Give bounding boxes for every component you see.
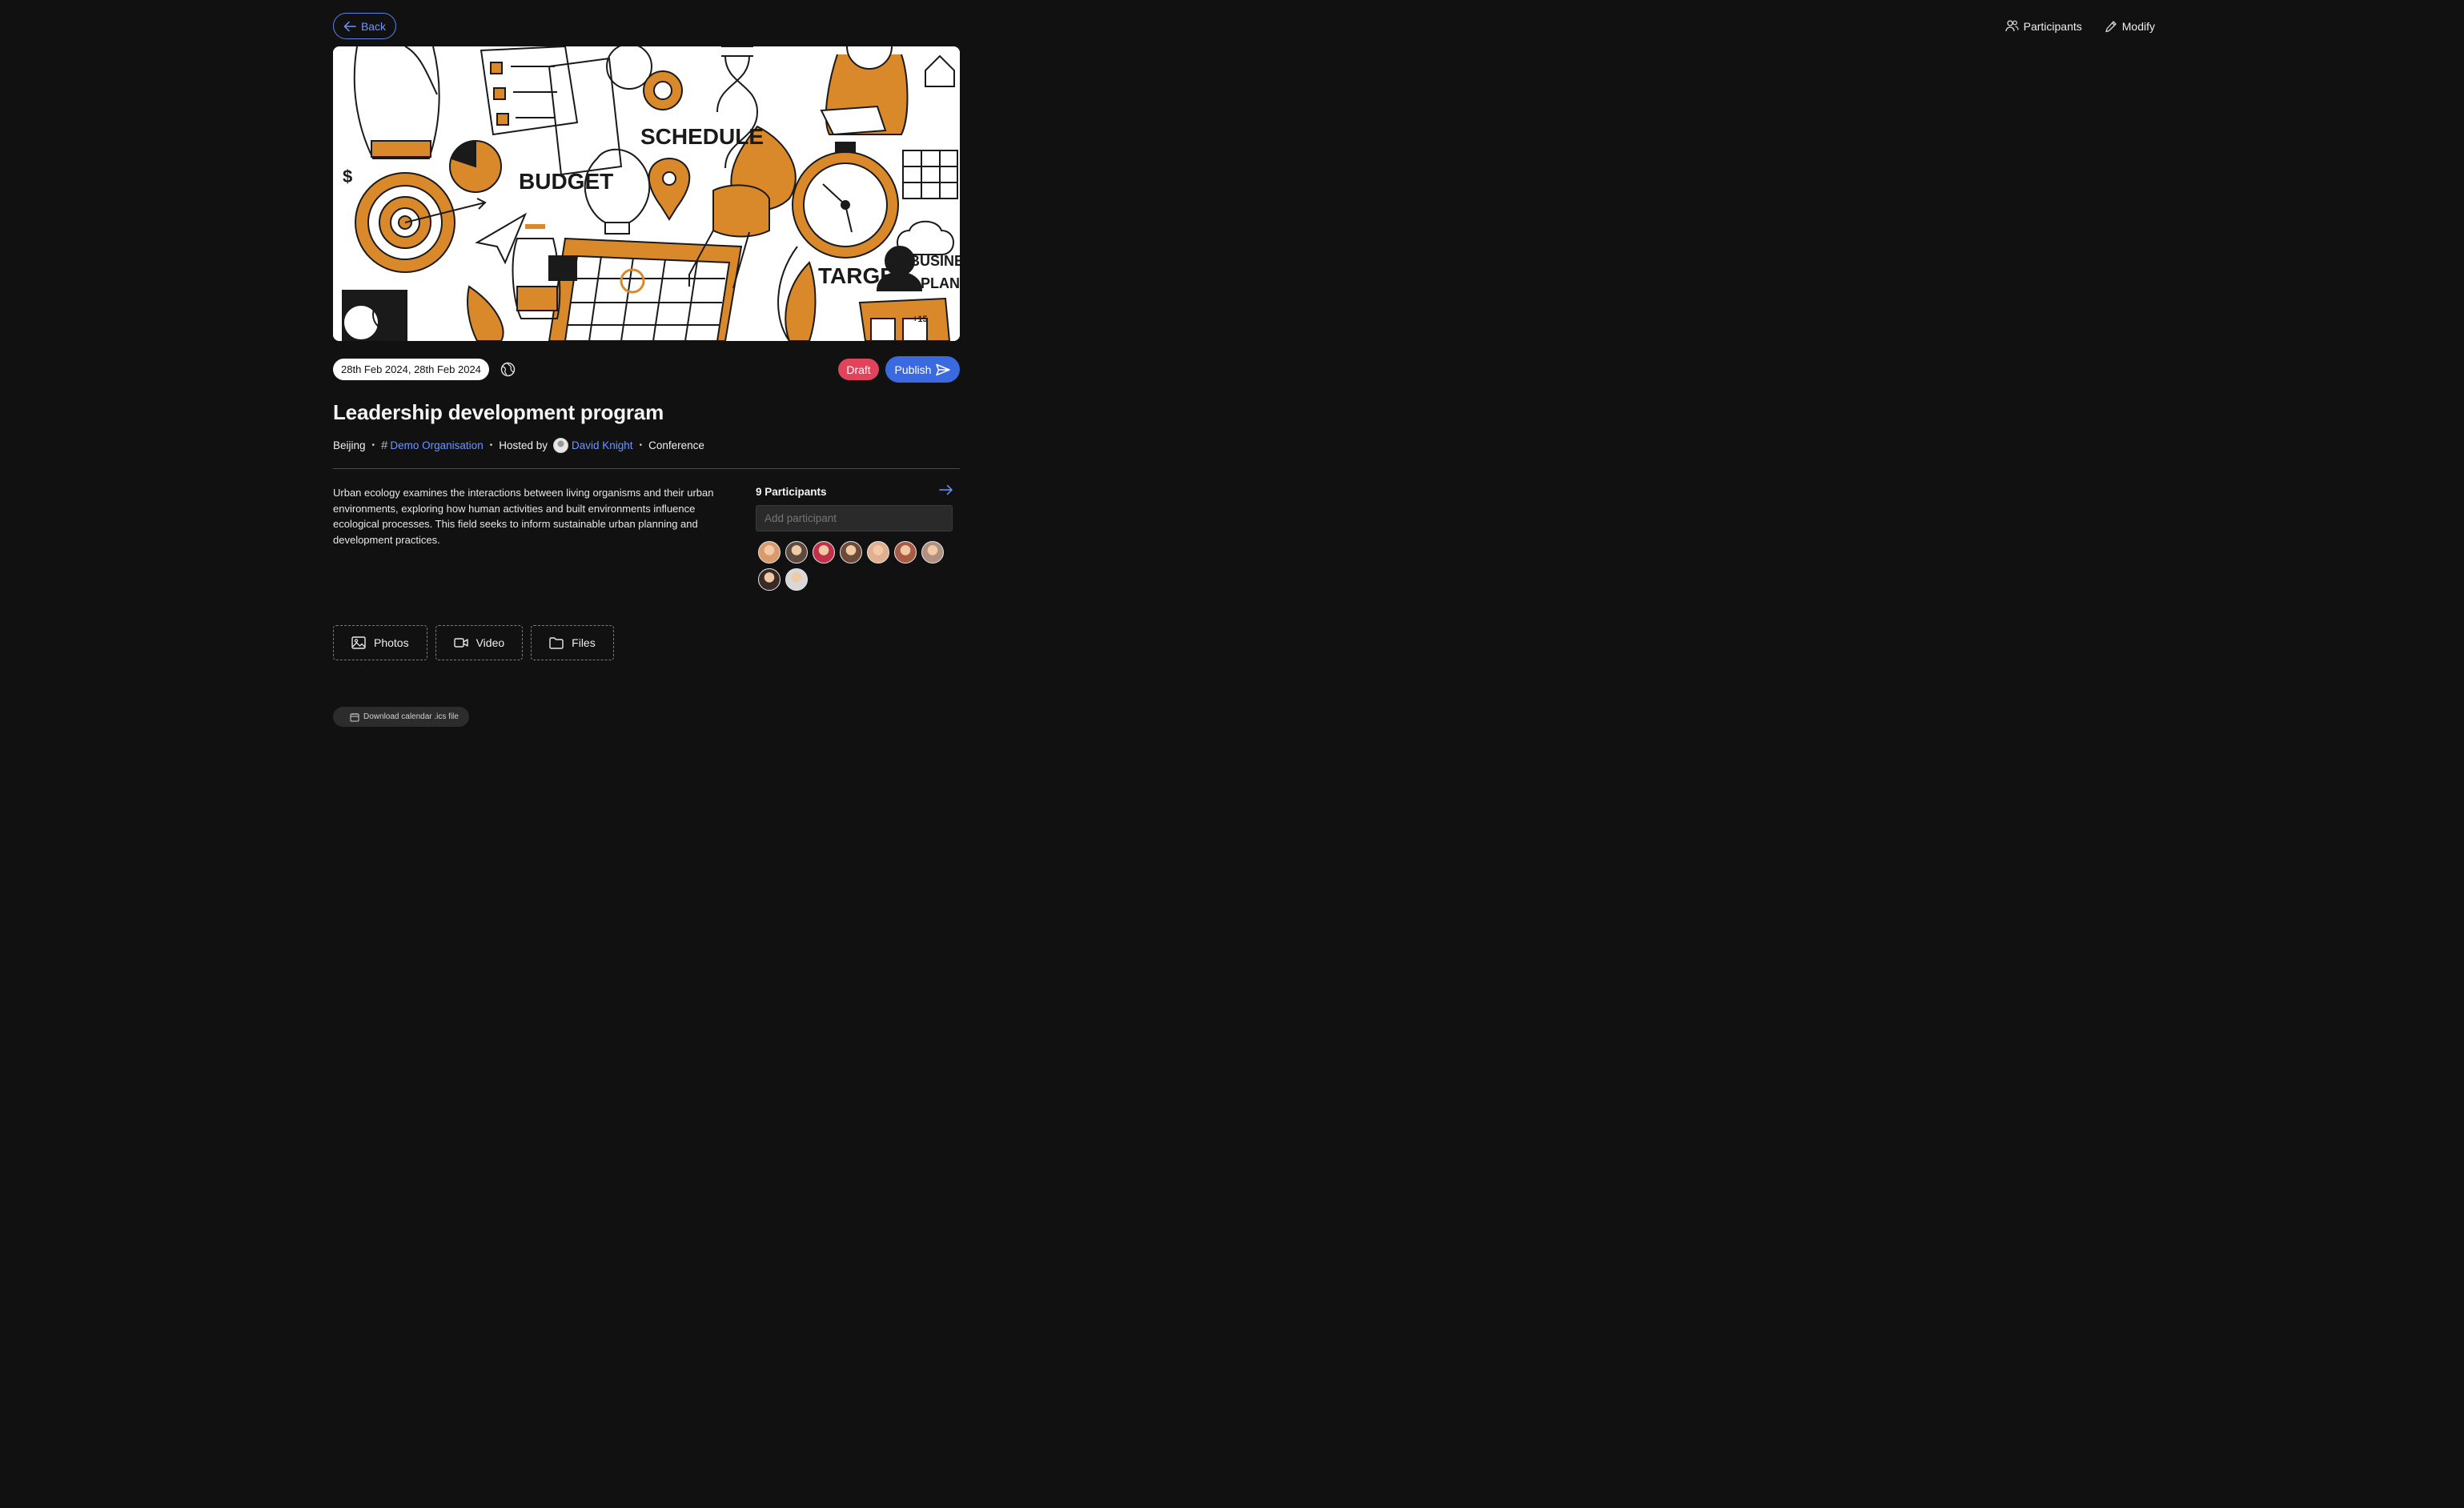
event-cover-image: SCHEDULE BUDGET TARGET BUSINESS PLAN $ +… [333,46,960,341]
participant-avatar[interactable] [921,541,944,563]
photos-button[interactable]: Photos [333,625,427,660]
back-label: Back [360,19,387,33]
status-badge: Draft [838,359,879,380]
participant-avatar[interactable] [758,541,781,563]
event-date-range: 28th Feb 2024, 28th Feb 2024 [341,363,481,375]
event-date-pill: 28th Feb 2024, 28th Feb 2024 [333,359,489,380]
globe-icon[interactable] [500,362,516,377]
download-calendar-button[interactable]: Download calendar .ics file [333,707,469,727]
event-location: Beijing [333,439,366,451]
image-icon [351,636,366,649]
top-actions: Participants Modify [2005,13,2155,39]
page-title: Leadership development program [333,400,664,424]
folder-icon [549,636,564,649]
participant-avatar[interactable] [840,541,862,563]
pencil-icon [2105,20,2117,33]
video-label: Video [476,636,505,649]
hosted-by-label: Hosted by [499,439,548,451]
participant-avatar[interactable] [894,541,917,563]
participant-avatars [758,541,950,591]
participant-avatar[interactable] [785,568,808,591]
hero-word-budget: BUDGET [519,169,613,194]
users-icon [2005,20,2019,32]
video-camera-icon [453,637,468,648]
event-type: Conference [648,439,704,451]
separator-dot: • [371,440,375,450]
modify-button[interactable]: Modify [2105,20,2155,33]
publish-label: Publish [894,363,932,376]
event-meta: Beijing • # Demo Organisation • Hosted b… [333,436,704,454]
hero-word-schedule: SCHEDULE [640,124,764,149]
add-participant-input[interactable] [756,505,953,531]
participant-avatar[interactable] [785,541,808,563]
hero-plus-15: +15 [913,315,928,324]
publish-button[interactable]: Publish [885,356,960,383]
participant-avatar[interactable] [758,568,781,591]
participants-link-label: Participants [2023,19,2082,33]
participants-count-title: 9 Participants [756,486,827,498]
back-button[interactable]: Back [333,13,396,39]
hash-icon: # [381,438,388,452]
calendar-icon [350,712,359,722]
media-buttons: Photos Video Files [333,625,614,660]
arrow-right-icon[interactable] [939,483,953,496]
event-description: Urban ecology examines the interactions … [333,487,714,546]
hero-dollar-sign: $ [343,166,352,186]
photos-label: Photos [374,636,409,649]
status-badge-label: Draft [846,363,871,376]
participant-avatar[interactable] [867,541,889,563]
hero-word-business: BUSINESS [909,253,960,269]
modify-label: Modify [2121,19,2155,33]
hero-word-target: TARGET [818,263,909,288]
separator-dot: • [639,440,643,450]
participant-avatar[interactable] [813,541,835,563]
files-button[interactable]: Files [531,625,614,660]
host-avatar [553,437,569,453]
section-divider [333,468,960,469]
video-button[interactable]: Video [435,625,524,660]
organisation-link[interactable]: Demo Organisation [390,439,483,451]
hero-word-plan: PLAN [921,275,960,291]
separator-dot: • [489,440,493,450]
files-label: Files [572,636,596,649]
send-icon [936,363,951,376]
arrow-left-icon [343,21,356,32]
download-calendar-label: Download calendar .ics file [363,712,459,721]
participants-link[interactable]: Participants [2005,20,2082,33]
host-link[interactable]: David Knight [572,439,633,451]
